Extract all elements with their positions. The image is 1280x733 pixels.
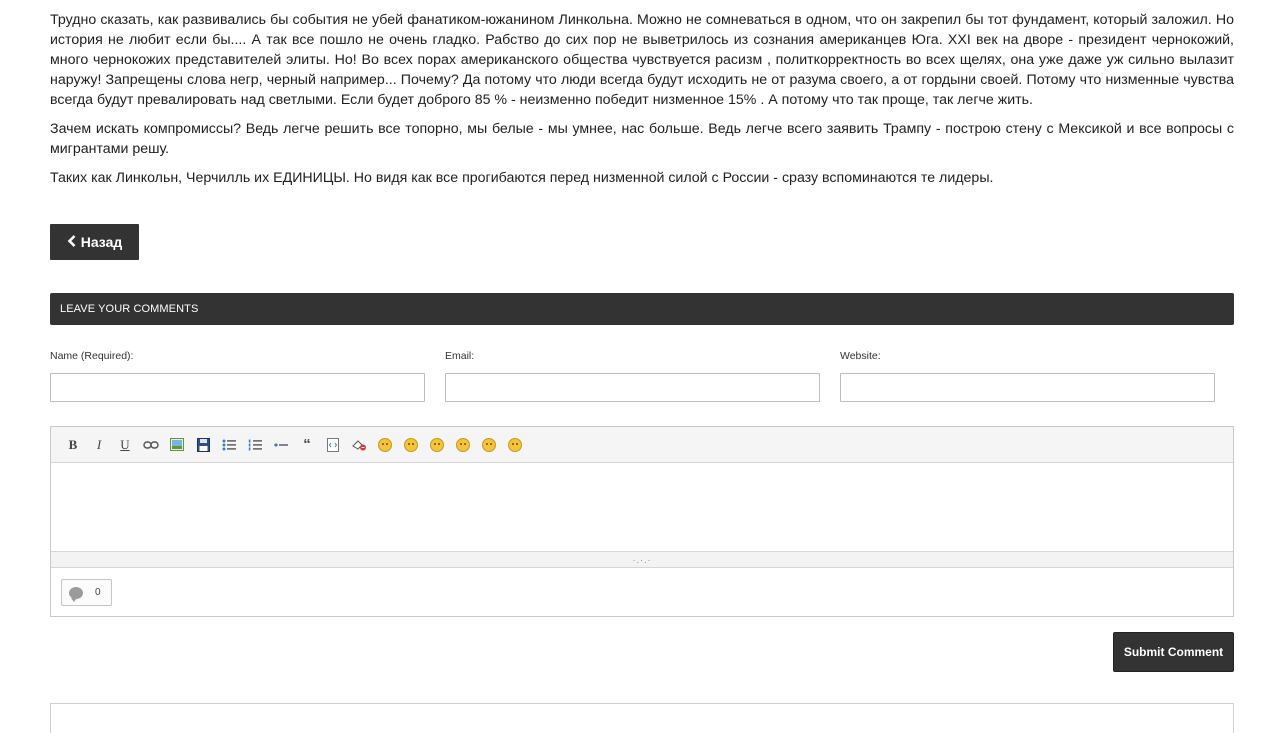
eraser-icon[interactable] xyxy=(346,434,372,456)
comment-counter: 0 xyxy=(61,579,112,606)
smile-icon[interactable] xyxy=(372,434,398,456)
link-icon[interactable] xyxy=(138,434,164,456)
speech-bubble-icon xyxy=(69,586,83,602)
editor-resize-handle[interactable]: ·.·.· xyxy=(51,552,1233,568)
website-input[interactable] xyxy=(840,373,1215,402)
comment-editor: B I U “ ·.·.· 0 xyxy=(50,426,1234,617)
wink-icon[interactable] xyxy=(502,434,528,456)
angry-icon[interactable] xyxy=(424,434,450,456)
submit-comment-button[interactable]: Submit Comment xyxy=(1113,632,1234,672)
comments-list-container xyxy=(50,703,1234,733)
italic-button[interactable]: I xyxy=(86,434,112,456)
article-paragraph-2: Зачем искать компромиссы? Ведь легче реш… xyxy=(50,121,1234,157)
bold-button[interactable]: B xyxy=(60,434,86,456)
chevron-left-icon xyxy=(67,234,76,250)
bullet-list-icon[interactable] xyxy=(216,434,242,456)
comment-count: 0 xyxy=(95,587,101,598)
back-button[interactable]: Назад xyxy=(50,224,139,260)
email-input[interactable] xyxy=(445,373,820,402)
website-field-label: Website: xyxy=(840,350,881,362)
editor-toolbar: B I U “ xyxy=(51,427,1233,463)
comments-section-header: LEAVE YOUR COMMENTS xyxy=(50,293,1234,325)
quote-icon[interactable]: “ xyxy=(294,434,320,456)
article-body: Трудно сказать, как развивались бы событ… xyxy=(50,10,1234,197)
grin-icon[interactable] xyxy=(398,434,424,456)
save-icon[interactable] xyxy=(190,434,216,456)
back-button-label: Назад xyxy=(80,234,123,250)
name-field-label: Name (Required): xyxy=(50,350,134,362)
email-field-label: Email: xyxy=(445,350,475,362)
article-paragraph-3: Таких как Линкольн, Черчилль их ЕДИНИЦЫ.… xyxy=(50,170,994,186)
neutral-icon[interactable] xyxy=(476,434,502,456)
numbered-list-icon[interactable] xyxy=(242,434,268,456)
name-input[interactable] xyxy=(50,373,425,402)
image-icon[interactable] xyxy=(164,434,190,456)
laugh-icon[interactable] xyxy=(450,434,476,456)
article-paragraph-1: Трудно сказать, как развивались бы событ… xyxy=(50,12,1234,108)
horizontal-rule-icon[interactable] xyxy=(268,434,294,456)
code-icon[interactable] xyxy=(320,434,346,456)
underline-button[interactable]: U xyxy=(112,434,138,456)
comment-textarea[interactable] xyxy=(51,463,1233,552)
